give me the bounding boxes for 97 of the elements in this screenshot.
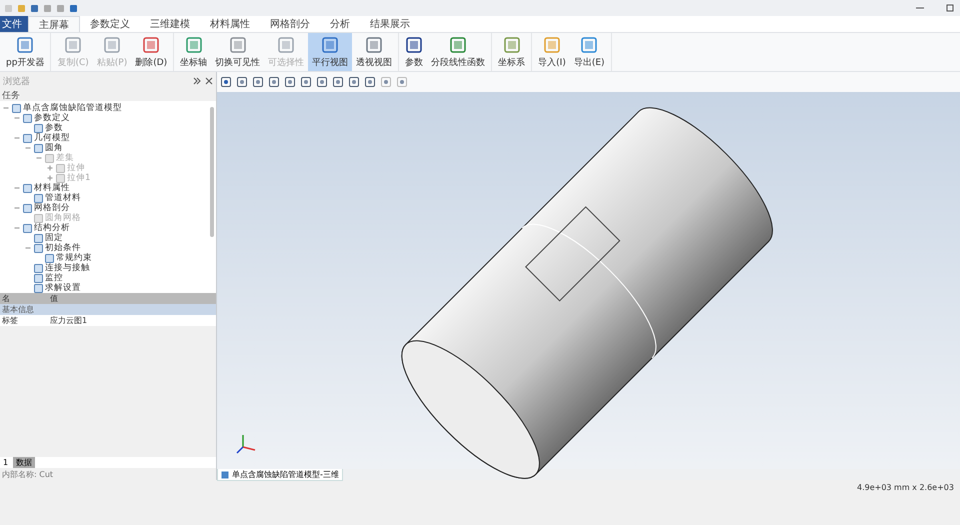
property-name: 标签: [1, 315, 19, 326]
tree-item[interactable]: 参数: [45, 122, 63, 134]
view-tool-icon[interactable]: [380, 76, 392, 88]
panel-tab[interactable]: 1: [0, 458, 12, 467]
tree-item[interactable]: 几何模型: [34, 132, 70, 144]
tile-icon: [543, 36, 561, 54]
tree-item[interactable]: 连接与接触: [45, 262, 90, 274]
ribbon-button[interactable]: 坐标轴: [176, 33, 212, 71]
property-group: 基本信息: [0, 304, 216, 315]
tree-item[interactable]: 监控: [45, 272, 63, 284]
property-value[interactable]: 应力云图1: [48, 315, 216, 326]
panel-title: 浏览器: [3, 76, 30, 88]
tree-item[interactable]: 固定: [45, 232, 63, 244]
view-tool-icon[interactable]: [220, 76, 232, 88]
tile-icon: [277, 36, 296, 54]
view-tool-icon[interactable]: [236, 76, 248, 88]
view-tool-icon[interactable]: [284, 76, 296, 88]
ribbon-button[interactable]: 导入(I): [534, 33, 570, 71]
axis-triad-icon: [235, 433, 257, 455]
ribbon-button[interactable]: 坐标系: [494, 33, 530, 71]
tile-icon: [502, 36, 521, 54]
status-text: 4.9e+03 mm x 2.6e+03: [856, 482, 954, 492]
node-icon: [23, 114, 32, 122]
tile-icon: [449, 36, 468, 54]
node-icon: [34, 214, 43, 222]
tile-icon: [184, 36, 203, 54]
menu-tab[interactable]: 材料属性: [200, 16, 260, 32]
tile-icon: [142, 36, 160, 54]
node-icon: [23, 204, 32, 212]
node-icon: [34, 244, 43, 252]
tile-icon: [405, 36, 424, 54]
tree-item[interactable]: 参数定义: [34, 112, 70, 124]
view-tool-icon[interactable]: [364, 76, 376, 88]
tree-item[interactable]: 结构分析: [34, 222, 70, 234]
tile-icon: [228, 36, 247, 54]
menu-tab[interactable]: 参数定义: [80, 16, 140, 32]
node-icon: [23, 224, 32, 232]
tree-item[interactable]: 圆角: [45, 142, 63, 154]
document-icon: [221, 470, 229, 478]
tile-icon: [365, 36, 384, 54]
ribbon-button[interactable]: 切换可见性: [211, 33, 264, 71]
node-icon: [45, 154, 54, 162]
view-tool-icon[interactable]: [316, 76, 328, 88]
node-icon: [56, 164, 65, 172]
internal-name: 内部名称: Cut: [2, 468, 54, 480]
ribbon-button[interactable]: 参数: [401, 33, 428, 71]
node-icon: [23, 184, 32, 192]
node-icon: [45, 254, 54, 262]
node-icon: [34, 264, 43, 272]
menu-tab[interactable]: 分析: [320, 16, 360, 32]
tree-item[interactable]: 初始条件: [45, 242, 81, 254]
menu-tab[interactable]: 文件: [0, 16, 28, 32]
ribbon-button[interactable]: 透视视图: [352, 33, 396, 71]
node-icon: [23, 134, 32, 142]
tree-item[interactable]: 网格剖分: [34, 202, 70, 214]
tile-icon: [16, 36, 34, 54]
tree-item[interactable]: 求解设置: [45, 282, 81, 293]
tile-icon: [321, 36, 340, 54]
menu-tab[interactable]: 网格剖分: [260, 16, 320, 32]
column-header: 名: [1, 293, 11, 304]
view-tool-icon[interactable]: [300, 76, 312, 88]
node-icon: [12, 104, 21, 112]
node-icon: [34, 144, 43, 152]
column-header: 值: [49, 293, 59, 304]
tree-item[interactable]: 材料属性: [34, 182, 70, 194]
node-icon: [34, 284, 43, 292]
tile-icon: [64, 36, 82, 54]
pin-icon[interactable]: [193, 77, 201, 85]
view-tool-icon[interactable]: [332, 76, 344, 88]
scrollbar[interactable]: [210, 107, 214, 237]
panel-tab[interactable]: 数据: [13, 457, 36, 468]
view-tool-icon[interactable]: [252, 76, 264, 88]
view-tool-icon[interactable]: [268, 76, 280, 88]
view-tool-icon[interactable]: [396, 76, 408, 88]
document-tab[interactable]: 单点含腐蚀缺陷管道模型-三维: [217, 468, 343, 481]
menu-tab[interactable]: 三维建模: [140, 16, 200, 32]
ribbon-button[interactable]: pp开发器: [2, 33, 48, 71]
tile-icon: [102, 36, 121, 54]
tree-header: 任务: [2, 90, 20, 102]
tree-item[interactable]: 单点含腐蚀缺陷管道模型: [23, 102, 122, 114]
tree-item[interactable]: 常规约束: [56, 252, 92, 264]
close-icon[interactable]: [205, 77, 213, 85]
restore-icon[interactable]: [944, 3, 956, 13]
ribbon-button[interactable]: 平行视图: [308, 33, 352, 71]
node-icon: [34, 194, 43, 202]
ribbon-button[interactable]: 删除(D): [131, 33, 172, 71]
ribbon-button[interactable]: 导出(E): [570, 33, 609, 71]
tile-icon: [580, 36, 598, 54]
node-icon: [34, 234, 43, 242]
view-tool-icon[interactable]: [348, 76, 360, 88]
menu-tab[interactable]: 主屏幕: [28, 16, 80, 32]
menu-tab[interactable]: 结果展示: [360, 16, 420, 32]
node-icon: [34, 124, 43, 132]
ribbon-button[interactable]: 分段线性函数: [427, 33, 490, 71]
tree-item[interactable]: 管道材料: [45, 192, 81, 204]
node-icon: [56, 174, 65, 182]
node-icon: [34, 274, 43, 282]
